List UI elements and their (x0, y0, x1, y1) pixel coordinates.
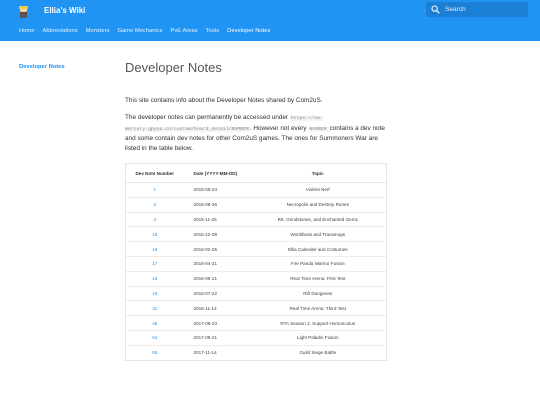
table-row: 17 2016-04-21 Fire Panda Warrior Fusion (125, 255, 387, 272)
tab-game-mechanics[interactable]: Game Mechanics (117, 27, 162, 37)
dev-note-number-link[interactable]: 31 (125, 300, 184, 316)
table-row: 18 2016-06-21 Real Time Arena: First Test (125, 270, 387, 287)
sidebar-item-developer-notes[interactable]: Developer Notes (19, 64, 65, 70)
dev-notes-table: Dev Note Number Date (YYYY-MM-DD) Topic … (125, 163, 387, 361)
dev-note-number-link[interactable]: 1 (125, 182, 184, 198)
search-input[interactable] (445, 3, 525, 16)
dev-note-number-link[interactable]: 15 (125, 226, 184, 242)
table-row: 48 2017-06-23 RTA Season 2, Support Homunc… (125, 315, 387, 331)
date-cell: 2015-12-09 (183, 226, 250, 242)
topic-cell: Fire Panda Warrior Fusion (249, 255, 387, 272)
page-title: Developer Notes (125, 60, 222, 75)
date-cell: 2016-07-22 (183, 285, 250, 301)
tab-tools[interactable]: Tools (206, 27, 220, 37)
date-cell: 2017-06-23 (183, 315, 250, 331)
dev-note-number-link[interactable]: 4 (125, 211, 184, 227)
intro-text: This site contains info about the Develo… (125, 97, 323, 104)
search-box[interactable] (426, 2, 528, 17)
access-prefix: The developer notes can permanently be a… (125, 114, 289, 121)
table-row: 55 2017-11-14 Guild Siege Battle (125, 344, 387, 361)
tab-monsters[interactable]: Monsters (86, 27, 110, 37)
tab-pve-areas[interactable]: PvE Areas (171, 27, 198, 37)
date-cell: 2016-06-21 (183, 270, 250, 287)
dev-note-number-link[interactable]: 48 (125, 315, 184, 331)
dev-note-number-link[interactable]: 54 (125, 329, 184, 346)
date-cell: 2016-04-21 (183, 255, 250, 272)
column-header-topic: Topic (249, 163, 387, 183)
wiki-logo-icon[interactable] (17, 5, 30, 19)
number-code: NUMBER (308, 126, 328, 132)
table-row: 1 2015-06-24 Violent Nerf (125, 182, 387, 198)
dev-note-number-link[interactable]: 55 (125, 344, 184, 361)
access-paragraph: The developer notes can permanently be a… (125, 113, 387, 153)
top-navigation-bar: Ellia's Wiki Home Abbreviations Monsters… (0, 0, 540, 41)
date-cell: 2017-11-14 (183, 344, 250, 361)
topic-cell: R5, Grindstones, and Enchanted Gems (249, 211, 387, 227)
table-row: 54 2017-09-21 Light Paladin Fusion (125, 329, 387, 346)
tab-home[interactable]: Home (19, 27, 34, 37)
dev-note-number-link[interactable]: 2 (125, 196, 184, 213)
table-row: 31 2016-11-14 Real Time Arena: Third Test (125, 300, 387, 316)
topic-cell: Real Time Arena: Third Test (249, 300, 387, 316)
table-row: 4 2015-11-25 R5, Grindstones, and Enchante… (125, 211, 387, 227)
topic-cell: Light Paladin Fusion (249, 329, 387, 346)
main-content: Developer Notes This site contains info … (125, 60, 387, 152)
topic-cell: RTA Season 2, Support Homunculus (249, 315, 387, 331)
tab-abbreviations[interactable]: Abbreviations (42, 27, 77, 37)
date-cell: 2015-08-26 (183, 196, 250, 213)
search-icon (431, 5, 440, 14)
topic-cell: Ellia Calender and Costumes (249, 241, 387, 257)
date-cell: 2016-11-14 (183, 300, 250, 316)
topic-cell: Worldboss and Transmogs (249, 226, 387, 242)
site-title[interactable]: Ellia's Wiki (44, 6, 85, 15)
table-row: 15 2015-12-09 Worldboss and Transmogs (125, 226, 387, 242)
topic-cell: Violent Nerf (249, 182, 387, 198)
dev-note-number-link[interactable]: 18 (125, 270, 184, 287)
main-tabs: Home Abbreviations Monsters Game Mechani… (19, 27, 278, 37)
dev-note-number-link[interactable]: 17 (125, 255, 184, 272)
dev-note-number-link[interactable]: 19 (125, 285, 184, 301)
date-cell: 2015-06-24 (183, 182, 250, 198)
topic-cell: Real Time Arena: First Test (249, 270, 387, 287)
table-row: 16 2016-02-05 Ellia Calender and Costumes (125, 241, 387, 257)
access-middle: . However not every (249, 124, 307, 132)
dev-note-number-link[interactable]: 16 (125, 241, 184, 257)
column-header-date: Date (YYYY-MM-DD) (183, 163, 250, 183)
date-cell: 2015-11-25 (183, 211, 250, 227)
topic-cell: Rift Dungeons (249, 285, 387, 301)
date-cell: 2017-09-21 (183, 329, 250, 346)
tab-developer-notes[interactable]: Developer Notes (227, 27, 270, 37)
table-header-row: Dev Note Number Date (YYYY-MM-DD) Topic (125, 163, 387, 183)
date-cell: 2016-02-05 (183, 241, 250, 257)
topic-cell: Necropolis and Destroy Runes (249, 196, 387, 213)
column-header-number: Dev Note Number (125, 163, 184, 183)
table-row: 2 2015-08-26 Necropolis and Destroy Runes (125, 196, 387, 213)
topic-cell: Guild Siege Battle (249, 344, 387, 361)
table-row: 19 2016-07-22 Rift Dungeons (125, 285, 387, 301)
